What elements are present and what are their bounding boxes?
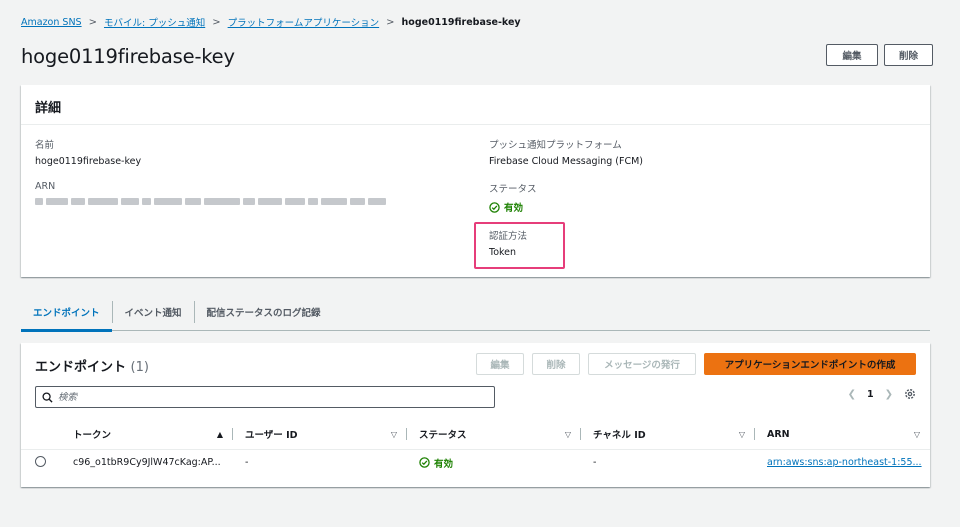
endpoints-actions: 編集 削除 メッセージの発行 アプリケーションエンドポイントの作成 [476,353,916,375]
endpoint-delete-button[interactable]: 削除 [532,353,580,375]
column-header-arn[interactable]: ARN ▽ [755,422,930,446]
column-header-channel-id-label: チャネル ID [593,430,646,441]
arn-label: ARN [35,181,56,192]
column-header-arn-label: ARN [767,428,790,440]
tab-event-notifications[interactable]: イベント通知 [113,294,194,331]
table-header: トークン ▲ ユーザー ID ▽ ステータス ▽ チャネル ID ▽ ARN ▽ [21,422,930,446]
cell-user-id: - [245,457,249,468]
breadcrumb-link-mobile-push[interactable]: モバイル: プッシュ通知 [104,15,205,29]
row-radio[interactable] [35,455,46,467]
cell-arn: arn:aws:sns:ap-northeast-1:55... [755,457,930,468]
name-field: 名前 hoge0119firebase-key [35,137,475,167]
search-icon [42,391,53,403]
prev-page-icon[interactable]: ❮ [848,389,856,400]
delete-button[interactable]: 削除 [884,44,933,66]
details-left-column: 名前 hoge0119firebase-key ARN [35,137,475,219]
cell-status: 有効 [407,456,581,470]
platform-field: プッシュ通知プラットフォーム Firebase Cloud Messaging … [489,137,919,167]
sort-icon[interactable]: ▽ [565,430,571,439]
auth-method-highlight [474,222,565,269]
publish-message-button[interactable]: メッセージの発行 [588,353,696,375]
column-header-channel-id[interactable]: チャネル ID ▽ [581,422,755,446]
endpoint-arn-link[interactable]: arn:aws:sns:ap-northeast-1:55... [767,457,922,468]
details-panel: 詳細 名前 hoge0119firebase-key ARN プッシュ通知プラッ… [21,85,930,277]
column-header-user-id[interactable]: ユーザー ID ▽ [233,422,407,446]
check-circle-icon [489,201,500,213]
arn-value-redacted [35,198,475,205]
status-label: ステータス [489,184,537,195]
endpoints-title: エンドポイント (1) [35,356,149,375]
column-header-status-label: ステータス [419,430,467,441]
page: Amazon SNS > モバイル: プッシュ通知 > プラットフォームアプリケ… [0,0,960,527]
row-select-cell [21,455,61,470]
create-endpoint-button[interactable]: アプリケーションエンドポイントの作成 [704,353,916,375]
check-circle-icon [419,457,430,468]
breadcrumb-current: hoge0119firebase-key [401,16,521,28]
platform-value: Firebase Cloud Messaging (FCM) [489,156,643,167]
table-row: c96_o1tbR9Cy9JlW47cKag:AP... - 有効 - arn:… [21,449,930,475]
cell-token: c96_o1tbR9Cy9JlW47cKag:AP... [73,457,221,468]
status-value-text: 有効 [504,203,524,214]
status-value: 有効 [489,200,919,214]
breadcrumb-link-sns[interactable]: Amazon SNS [21,17,82,28]
tab-delivery-status-logging[interactable]: 配信ステータスのログ記録 [195,294,333,331]
column-header-user-id-label: ユーザー ID [245,430,298,441]
cell-status-text: 有効 [434,458,454,470]
tab-bar: エンドポイント イベント通知 配信ステータスのログ記録 [21,294,930,332]
search-input[interactable] [58,391,478,403]
column-header-status[interactable]: ステータス ▽ [407,422,581,446]
breadcrumb-separator: > [386,16,395,28]
column-header-token-label: トークン [73,430,112,441]
next-page-icon[interactable]: ❯ [885,389,893,400]
page-title: hoge0119firebase-key [21,45,235,68]
name-label: 名前 [35,140,55,151]
breadcrumb-separator: > [212,16,221,28]
edit-button[interactable]: 編集 [826,44,878,66]
sort-ascending-icon[interactable]: ▲ [217,430,223,439]
details-header: 詳細 [21,85,930,125]
breadcrumb-separator: > [88,16,97,28]
breadcrumb: Amazon SNS > モバイル: プッシュ通知 > プラットフォームアプリケ… [21,15,521,30]
tab-endpoints[interactable]: エンドポイント [21,294,112,332]
cell-channel-id: - [593,457,597,468]
sort-icon[interactable]: ▽ [739,430,745,439]
search-field[interactable] [35,386,495,408]
arn-field: ARN [35,181,475,205]
endpoints-title-text: エンドポイント [35,360,127,375]
sort-icon[interactable]: ▽ [391,430,397,439]
pagination: ❮ 1 ❯ [848,388,916,400]
name-value: hoge0119firebase-key [35,156,142,167]
breadcrumb-link-platform-apps[interactable]: プラットフォームアプリケーション [228,15,380,29]
endpoint-edit-button[interactable]: 編集 [476,353,524,375]
endpoints-count: (1) [130,360,149,375]
select-column-header [21,422,61,446]
sort-icon[interactable]: ▽ [914,430,920,439]
status-field: ステータス 有効 [489,181,919,214]
endpoints-panel: エンドポイント (1) 編集 削除 メッセージの発行 アプリケーションエンドポイ… [21,343,930,487]
platform-label: プッシュ通知プラットフォーム [489,140,622,151]
page-number[interactable]: 1 [867,389,874,400]
column-header-token[interactable]: トークン ▲ [61,422,233,446]
gear-icon[interactable] [904,388,916,400]
